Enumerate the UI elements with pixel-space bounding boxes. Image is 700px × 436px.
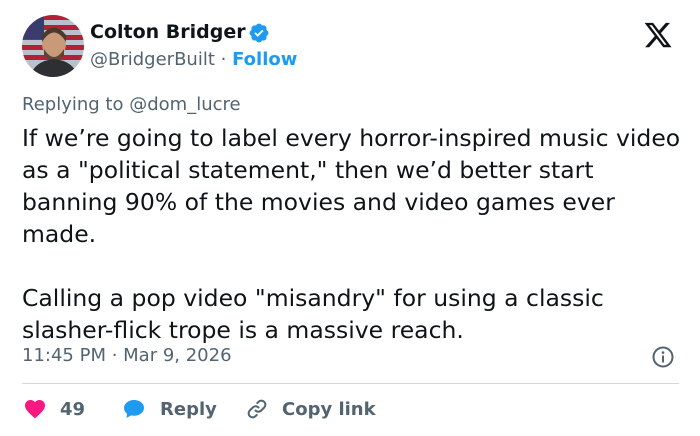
reply-context: Replying to @dom_lucre xyxy=(22,94,241,115)
tweet-text: If we’re going to label every horror-ins… xyxy=(22,124,681,344)
copy-link-label: Copy link xyxy=(282,398,376,420)
copy-link-button[interactable]: Copy link xyxy=(244,395,376,423)
tweet-timestamp[interactable]: 11:45 PM · Mar 9, 2026 xyxy=(22,345,232,366)
author-name[interactable]: Colton Bridger xyxy=(90,21,246,43)
speech-bubble-icon xyxy=(124,400,144,418)
avatar[interactable] xyxy=(22,15,84,77)
reply-context-handle[interactable]: @dom_lucre xyxy=(129,94,240,115)
heart-icon xyxy=(25,400,45,419)
like-button[interactable]: 49 xyxy=(22,395,85,423)
like-count: 49 xyxy=(60,398,86,420)
info-icon[interactable] xyxy=(651,345,675,369)
follow-button[interactable]: Follow xyxy=(232,49,297,70)
divider xyxy=(22,383,679,384)
x-logo-icon[interactable] xyxy=(642,20,674,50)
reply-button[interactable]: Reply xyxy=(120,395,217,423)
avatar-image xyxy=(22,15,84,77)
link-icon xyxy=(247,399,267,419)
author-handle-line: @BridgerBuilt · Follow xyxy=(90,49,297,70)
separator-dot: · xyxy=(220,49,227,70)
author-handle[interactable]: @BridgerBuilt xyxy=(90,49,215,70)
reply-context-prefix: Replying to xyxy=(22,94,124,115)
tweet-card: Colton Bridger @BridgerBuilt · Follow Re… xyxy=(0,0,700,436)
reply-label: Reply xyxy=(160,398,217,420)
verified-badge-icon xyxy=(249,23,269,43)
